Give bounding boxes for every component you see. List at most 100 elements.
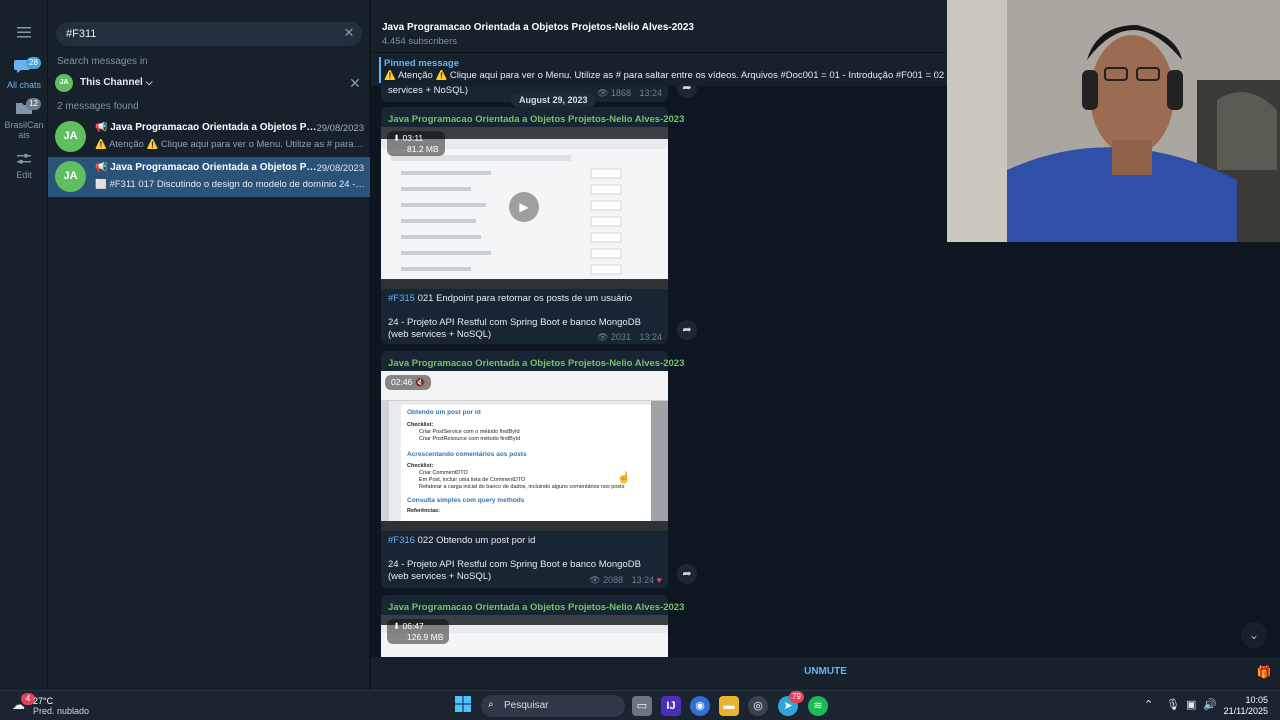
chevron-down-icon: ⌵ [145,77,153,87]
avatar: JA [55,161,86,192]
webcam-overlay [947,0,1280,242]
download-icon: ⬇ [393,133,401,143]
video-duration: 03:11 [402,133,424,143]
side-strip [381,401,389,531]
folder-all-chats[interactable]: 28 All chats [0,57,48,90]
download-icon: ⬇ [393,621,401,631]
hashtag-link[interactable]: #F316 [388,535,415,546]
search-result[interactable]: JA 📢 Java Programacao Orientada a Objeto… [48,117,370,157]
video-thumbnail[interactable]: Obtendo um post por id Checklist: Criar … [381,371,668,531]
subscriber-count: 4.454 subscribers [382,36,457,47]
message-meta: 👁 2088 13:24 ♥ [589,575,662,586]
scroll-to-bottom-button[interactable]: ⌄ [1241,622,1267,648]
video-download-badge[interactable]: ⬇ 06:47 126.9 MB [387,619,450,644]
result-snippet: ⬜ #F311 017 Discutindo o design do model… [95,179,365,190]
video-duration-badge: 02:46 🔇 [385,375,432,390]
video-size: 126.9 MB [407,632,444,642]
doc-checklist: Checklist: [407,422,434,428]
clock-time[interactable]: 10:05 [1245,695,1268,705]
windows-logo-icon [455,696,471,712]
caption-title: 022 Obtendo um post por id [414,535,536,546]
message-caption: #F316 022 Obtendo um post por id [388,535,658,547]
forward-icon: ➦ [682,568,692,580]
video-message[interactable]: Java Programacao Orientada a Objetos Pro… [381,107,684,344]
taskbar-search[interactable]: ⌕ Pesquisar [481,695,625,717]
video-message[interactable]: Java Programacao Orientada a Objetos Pro… [381,351,684,588]
date-separator: August 29, 2023 [511,93,596,107]
unmute-button[interactable]: UNMUTE [371,666,1280,677]
chevron-up-icon[interactable]: ⌃ [1144,698,1153,711]
search-result-selected[interactable]: JA 📢 Java Programacao Orientada a Objeto… [48,157,370,197]
chrome-icon[interactable]: ◉ [690,696,710,716]
mouse-cursor-icon: ☝ [617,472,631,484]
play-icon[interactable]: ▶ [509,192,539,222]
message-sender: Java Programacao Orientada a Objetos Pro… [388,358,685,369]
forward-icon: ➦ [682,324,692,336]
search-scope-selector[interactable]: JA This Channel ⌵ ✕ [48,72,370,94]
message-meta: 👁 2031 13:24 [597,332,662,343]
gift-icon[interactable]: 🎁 [1256,665,1272,681]
intellij-icon[interactable]: IJ [661,696,681,716]
doc-heading: Acrescentando comentários aos posts [407,451,527,458]
chat-title: Java Programacao Orientada a Objetos Pro… [382,22,694,33]
edit-label: Edit [16,170,32,180]
weather-widget[interactable]: ☁ 4 [12,693,35,713]
views-icon: 👁 [596,332,609,342]
message-caption: #F315 021 Endpoint para retornar os post… [388,293,658,305]
preview-taskbar [381,521,668,531]
message-sender: Java Programacao Orientada a Objetos Pro… [388,114,685,125]
recording-app-icon[interactable]: ◎ [748,696,768,716]
folder-badge: 12 [26,98,41,110]
volume-icon[interactable]: 🔊 [1203,698,1217,711]
doc-item: Criar PostResource com método findById [419,436,521,442]
edit-folders-button[interactable]: Edit [0,152,48,182]
windows-start-button[interactable] [453,696,473,716]
avatar: JA [55,121,86,152]
left-rail: 28 All chats 12 BrasilCanais Edit [0,0,48,690]
views-count: 2088 [603,575,624,585]
menu-button[interactable] [0,26,48,42]
search-in-label: Search messages in [57,56,148,67]
video-download-badge[interactable]: ⬇ 03:11 81.2 MB [387,131,445,156]
file-explorer-icon[interactable]: ▬ [719,696,739,716]
doc-item: Criar CommentDTO [419,470,468,476]
document-page: Obtendo um post por id Checklist: Criar … [401,405,651,525]
message-sender: Java Programacao Orientada a Objetos Pro… [388,602,685,613]
windows-taskbar: ☁ 4 27°C Pred. nublado ⌕ Pesquisar ▭ IJ … [0,690,1280,720]
clock-date[interactable]: 21/11/2025 [1224,706,1268,716]
bottom-bar: UNMUTE 🎁 [371,657,1280,690]
hashtag-link[interactable]: #F315 [388,293,415,304]
views-icon: 👁 [589,575,601,585]
microphone-icon[interactable]: 🎙 [1166,698,1180,711]
all-chats-label: All chats [6,80,41,90]
folder-brasilcanais[interactable]: 12 BrasilCanais [0,98,48,140]
telegram-badge: 79 [789,691,804,703]
forward-button[interactable]: ➦ [677,564,697,584]
channel-avatar: JA [55,74,73,92]
doc-item: Em Post, incluir uma lista de CommentDTO [419,477,526,483]
folder-label: BrasilCanais [4,120,44,140]
video-message[interactable]: Java Programacao Orientada a Objetos Pro… [381,595,684,665]
network-icon[interactable]: ▣ [1186,698,1196,711]
webcam-feed-image [947,0,1280,242]
views-count: 2031 [610,332,631,342]
doc-heading: Obtendo um post por id [407,409,481,416]
video-thumbnail[interactable]: ⬇ 03:11 81.2 MB ▶ [381,127,668,289]
task-view-icon[interactable]: ▭ [632,696,652,716]
telegram-icon[interactable]: ➤ 79 [778,691,804,716]
pinned-label: Pinned message [384,58,459,69]
hamburger-icon [17,27,31,38]
close-scope-icon[interactable]: ✕ [348,75,362,91]
sidebar: ✕ Search messages in JA This Channel⌵ ✕ … [48,0,370,690]
views-count: 1868 [610,88,631,98]
search-input[interactable] [64,26,324,42]
forward-button[interactable]: ➦ [677,320,697,340]
search-scope-name: This Channel [80,77,143,88]
sliders-icon [17,153,31,164]
message-time: 13:24 [639,88,662,98]
clear-search-icon[interactable]: ✕ [342,26,356,40]
taskbar-search-label: Pesquisar [504,700,549,711]
heart-reaction-icon[interactable]: ♥ [657,575,662,585]
doc-item: Refatorar a carga inicial do banco de da… [419,484,625,490]
spotify-icon[interactable]: ≋ [808,696,828,716]
